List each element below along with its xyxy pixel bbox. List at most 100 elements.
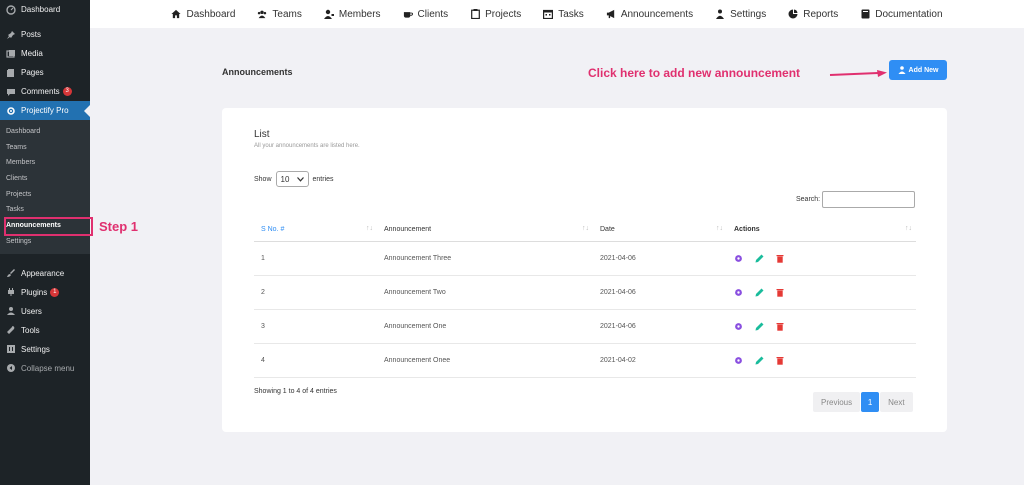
submenu-item-dashboard[interactable]: Dashboard [0,124,90,140]
edit-pencil-icon[interactable] [755,288,764,297]
edit-pencil-icon[interactable] [755,254,764,263]
sidebar-item-appearance[interactable]: Appearance [0,264,90,283]
cell-actions [727,343,916,378]
add-new-hint: Click here to add new announcement [588,66,801,80]
user-tie-icon [323,9,334,19]
gear-icon [6,106,16,116]
view-gear-icon[interactable] [734,356,743,365]
media-icon [6,49,16,59]
entries-length-control: Show 10 entries [254,171,334,187]
add-new-button[interactable]: Add New [889,60,947,80]
announcements-table: S No. # ↑↓ Announcement ↑↓ Date ↑↓ Actions ↑… [254,218,916,378]
user-icon [6,306,16,316]
clipboard-icon [470,9,480,19]
cell-sno: 2 [254,275,377,310]
page-1-button[interactable]: 1 [861,392,880,412]
cell-announcement: Announcement One [377,309,593,344]
cell-date: 2021-04-06 [593,309,727,344]
cell-actions [727,275,916,310]
cell-sno: 3 [254,309,377,344]
hint-arrow-icon [829,70,887,77]
table-row: 1 Announcement Three 2021-04-06 [254,241,916,276]
submenu-item-clients[interactable]: Clients [0,171,90,187]
plugins-count-badge: 1 [50,287,60,297]
admin-sidebar: Dashboard Posts Media Pages Comments 3 P… [0,0,90,485]
cell-date: 2021-04-02 [593,343,727,378]
column-header-actions[interactable]: Actions ↑↓ [727,218,916,242]
edit-pencil-icon[interactable] [755,322,764,331]
plugin-top-nav: Dashboard Teams Members Clients Projects… [90,0,1024,28]
nav-dashboard[interactable]: Dashboard [171,9,235,20]
table-search: Search: [796,191,916,208]
nav-teams[interactable]: Teams [257,9,302,20]
sidebar-item-posts[interactable]: Posts [0,25,90,44]
sidebar-item-comments[interactable]: Comments 3 [0,82,90,101]
table-info: Showing 1 to 4 of 4 entries [254,388,337,395]
delete-trash-icon[interactable] [776,254,785,263]
view-gear-icon[interactable] [734,254,743,263]
nav-documentation[interactable]: Documentation [860,9,943,20]
sidebar-item-plugins[interactable]: Plugins 1 [0,283,90,302]
pie-chart-icon [788,9,798,19]
nav-announcements[interactable]: Announcements [606,9,693,20]
nav-members[interactable]: Members [323,9,381,20]
cell-date: 2021-04-06 [593,275,727,310]
book-icon [860,9,870,19]
nav-tasks[interactable]: Tasks [543,9,584,20]
home-icon [171,9,182,19]
column-header-announcement[interactable]: Announcement ↑↓ [377,218,593,242]
sidebar-item-tools[interactable]: Tools [0,321,90,340]
edit-pencil-icon[interactable] [755,356,764,365]
delete-trash-icon[interactable] [776,322,785,331]
sort-icon: ↑↓ [905,225,912,232]
cell-announcement: Announcement Two [377,275,593,310]
nav-reports[interactable]: Reports [788,9,838,20]
nav-clients[interactable]: Clients [403,9,448,20]
nav-settings[interactable]: Settings [715,9,766,20]
users-icon [257,9,267,19]
user-plus-icon [898,66,906,74]
submenu-item-settings[interactable]: Settings [0,234,90,250]
comment-icon [6,87,16,97]
pagination: Previous 1 Next [813,392,913,412]
submenu-item-teams[interactable]: Teams [0,140,90,156]
chevron-down-icon [296,176,304,182]
view-gear-icon[interactable] [734,322,743,331]
submenu-item-members[interactable]: Members [0,155,90,171]
entries-select[interactable]: 10 [275,171,309,187]
table-row: 4 Announcement Onee 2021-04-02 [254,343,916,378]
sidebar-item-collapse-menu[interactable]: Collapse menu [0,359,90,378]
column-header-date[interactable]: Date ↑↓ [593,218,727,242]
sidebar-item-dashboard[interactable]: Dashboard [0,0,90,19]
submenu-item-tasks[interactable]: Tasks [0,202,90,218]
collapse-icon [6,363,16,373]
calendar-icon [543,9,554,19]
previous-page-button[interactable]: Previous [813,392,861,412]
cell-announcement: Announcement Onee [377,343,593,378]
coffee-icon [403,9,413,19]
nav-projects[interactable]: Projects [470,9,521,20]
delete-trash-icon[interactable] [776,356,785,365]
submenu-item-projects[interactable]: Projects [0,187,90,203]
cell-announcement: Announcement Three [377,241,593,276]
sidebar-item-projectify-pro[interactable]: Projectify Pro [0,101,90,120]
cell-date: 2021-04-06 [593,241,727,276]
delete-trash-icon[interactable] [776,288,785,297]
plug-icon [6,287,16,297]
step-1-highlight-box [4,217,93,236]
view-gear-icon[interactable] [734,288,743,297]
sidebar-item-pages[interactable]: Pages [0,63,90,82]
next-page-button[interactable]: Next [880,392,913,412]
user-cog-icon [715,9,725,19]
column-header-sno[interactable]: S No. # ↑↓ [254,218,377,242]
search-input[interactable] [822,191,916,208]
table-header-row: S No. # ↑↓ Announcement ↑↓ Date ↑↓ Actions ↑… [254,218,916,242]
sidebar-item-settings[interactable]: Settings [0,340,90,359]
sidebar-item-users[interactable]: Users [0,302,90,321]
sidebar-item-media[interactable]: Media [0,44,90,63]
cell-actions [727,241,916,276]
step-1-label: Step 1 [99,219,139,234]
list-title: List [254,129,270,140]
sort-icon: ↑↓ [716,225,723,232]
cell-actions [727,309,916,344]
